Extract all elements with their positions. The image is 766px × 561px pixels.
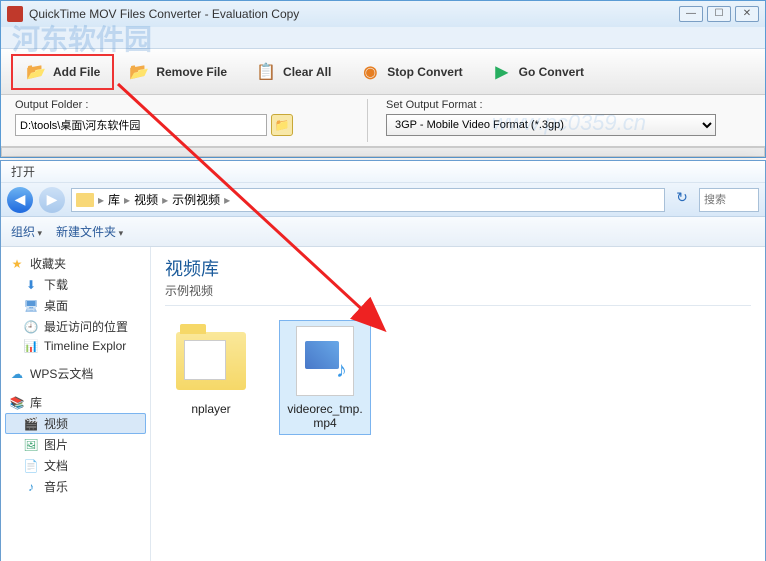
sidebar-pictures[interactable]: 🖼 图片 [5,434,146,455]
file-list-pane: 视频库 示例视频 nplayer ♪ videorec_tmp.mp4 [151,247,765,561]
dialog-toolbar: 组织 新建文件夹 [1,217,765,247]
search-input[interactable] [699,188,759,212]
file-label: nplayer [169,402,253,416]
output-folder-label: Output Folder : [15,99,355,111]
sidebar-music[interactable]: ♪ 音乐 [5,476,146,497]
sidebar-wps[interactable]: ☁ WPS云文档 [5,363,146,384]
titlebar: QuickTime MOV Files Converter - Evaluati… [1,1,765,27]
clear-all-button[interactable]: 📋 Clear All [241,54,345,90]
stop-convert-button[interactable]: ◉ Stop Convert [345,54,476,90]
cloud-icon: ☁ [9,367,25,381]
stop-convert-label: Stop Convert [387,65,462,79]
file-open-dialog: 打开 ◀ ▶ ▸ 库 ▸ 视频 ▸ 示例视频 ▸ ↻ 组织 新建文件夹 ★ 收藏… [0,160,766,561]
chevron-icon: ▸ [162,193,168,207]
breadcrumb-sample[interactable]: 示例视频 [172,191,220,208]
go-convert-label: Go Convert [519,65,584,79]
add-file-label: Add File [53,65,100,79]
output-format-label: Set Output Format : [386,99,751,111]
main-toolbar: 📂 Add File 📂 Remove File 📋 Clear All ◉ S… [1,49,765,95]
music-icon: ♪ [23,480,39,494]
refresh-button[interactable]: ↻ [671,189,693,211]
sidebar-libraries[interactable]: 📚 库 [5,392,146,413]
file-label: videorec_tmp.mp4 [283,402,367,431]
file-video-selected[interactable]: ♪ videorec_tmp.mp4 [279,320,371,435]
clear-all-label: Clear All [283,65,331,79]
sidebar-documents[interactable]: 📄 文档 [5,455,146,476]
dialog-title: 打开 [1,161,765,183]
close-button[interactable]: ✕ [735,6,759,22]
folder-icon [176,332,246,390]
chevron-icon: ▸ [224,193,230,207]
output-folder-input[interactable] [15,114,267,136]
options-bar: Output Folder : 📁 Set Output Format : 3G… [1,95,765,147]
app-icon [7,6,23,22]
chevron-icon: ▸ [124,193,130,207]
video-icon: 🎬 [23,417,39,431]
browse-folder-button[interactable]: 📁 [271,114,293,136]
recent-icon: 🕘 [23,320,39,334]
dialog-nav: ◀ ▶ ▸ 库 ▸ 视频 ▸ 示例视频 ▸ ↻ [1,183,765,217]
remove-file-icon: 📂 [128,61,150,83]
go-convert-button[interactable]: ▶ Go Convert [477,54,598,90]
desktop-icon: 🖥 [23,299,39,313]
maximize-button[interactable]: ☐ [707,6,731,22]
new-folder-button[interactable]: 新建文件夹 [56,223,123,240]
dialog-sidebar: ★ 收藏夹 ⬇ 下载 🖥 桌面 🕘 最近访问的位置 📊 Timelin [1,247,151,561]
add-file-icon: 📂 [25,61,47,83]
nav-back-button[interactable]: ◀ [7,187,33,213]
clear-all-icon: 📋 [255,61,277,83]
breadcrumb-lib[interactable]: 库 [108,191,120,208]
chevron-icon: ▸ [98,193,104,207]
download-icon: ⬇ [23,278,39,292]
sidebar-favorites[interactable]: ★ 收藏夹 [5,253,146,274]
sidebar-downloads[interactable]: ⬇ 下载 [5,274,146,295]
library-header: 视频库 [165,255,751,281]
output-format-select[interactable]: 3GP - Mobile Video Format (*.3gp) [386,114,716,136]
document-icon: 📄 [23,459,39,473]
picture-icon: 🖼 [23,438,39,452]
sidebar-recent[interactable]: 🕘 最近访问的位置 [5,316,146,337]
library-icon: 📚 [9,396,25,410]
file-folder-nplayer[interactable]: nplayer [165,320,257,435]
remove-file-label: Remove File [156,65,227,79]
folder-icon [76,193,94,207]
go-icon: ▶ [491,61,513,83]
menubar: . [1,27,765,49]
list-scroll[interactable] [1,147,765,157]
library-subheader: 示例视频 [165,282,751,306]
sidebar-timeline[interactable]: 📊 Timeline Explor [5,337,146,355]
organize-menu[interactable]: 组织 [11,223,42,240]
remove-file-button[interactable]: 📂 Remove File [114,54,241,90]
window-title: QuickTime MOV Files Converter - Evaluati… [29,7,679,21]
nav-forward-button[interactable]: ▶ [39,187,65,213]
sidebar-desktop[interactable]: 🖥 桌面 [5,295,146,316]
star-icon: ★ [9,257,25,271]
minimize-button[interactable]: — [679,6,703,22]
add-file-button[interactable]: 📂 Add File [11,54,114,90]
video-file-icon: ♪ [296,326,354,396]
timeline-icon: 📊 [23,339,39,353]
sidebar-videos[interactable]: 🎬 视频 [5,413,146,434]
converter-window: QuickTime MOV Files Converter - Evaluati… [0,0,766,158]
breadcrumb-videos[interactable]: 视频 [134,191,158,208]
stop-icon: ◉ [359,61,381,83]
breadcrumb[interactable]: ▸ 库 ▸ 视频 ▸ 示例视频 ▸ [71,188,665,212]
